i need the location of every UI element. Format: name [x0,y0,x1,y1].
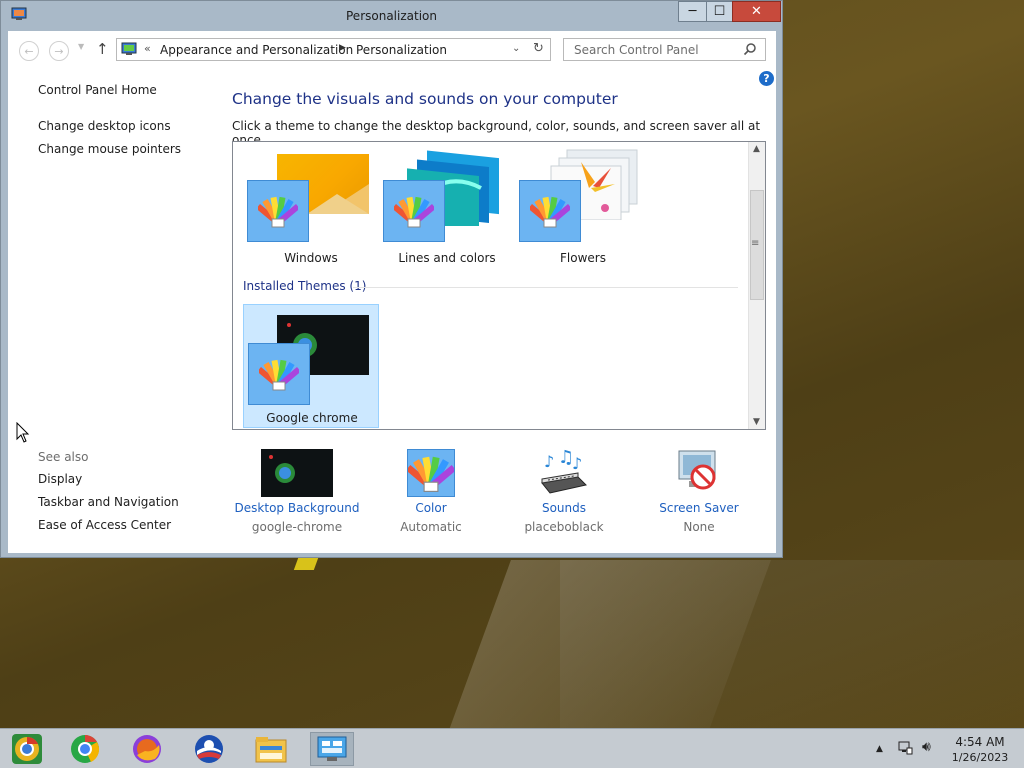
color-palette-icon [247,180,309,242]
minimize-button[interactable]: ─ [678,1,707,22]
section-divider [353,287,738,288]
address-bar[interactable]: « Appearance and Personalization ▶ Perso… [116,38,551,61]
ease-of-access-link[interactable]: Ease of Access Center [38,518,171,532]
search-input[interactable]: Search Control Panel [563,38,766,61]
clock-time[interactable]: 4:54 AM [950,735,1010,749]
opera-icon[interactable] [187,732,231,766]
show-hidden-icons[interactable]: ▲ [876,744,883,754]
desktop-background-label[interactable]: Desktop Background [232,501,362,515]
svg-text:♪: ♪ [544,452,554,471]
display-link[interactable]: Display [38,472,82,486]
change-mouse-pointers-link[interactable]: Change mouse pointers [38,142,181,156]
breadcrumb-separator-icon[interactable]: ▶ [339,43,346,53]
close-button[interactable]: ✕ [732,1,781,22]
desktop-background-thumbnail [261,449,333,497]
minimize-icon: ─ [688,4,697,19]
sounds-setting[interactable]: ♪ ♫ ♪ Sounds placeboblack [499,447,629,534]
screen-saver-label[interactable]: Screen Saver [634,501,764,515]
desktop-background-setting[interactable]: Desktop Background google-chrome [232,449,362,534]
volume-icon[interactable]: 🔊︎ [922,739,931,755]
breadcrumb-appearance[interactable]: Appearance and Personalization [160,43,353,57]
color-palette-icon [519,180,581,242]
close-icon: ✕ [751,4,762,19]
themes-scrollbar[interactable]: ▲ ≡ ▼ [748,142,765,429]
chevron-down-icon[interactable]: ⌄ [512,43,520,54]
window-content: ← → ▼ ↑ « Appearance and Personalization… [8,31,776,553]
desktop-wallpaper-accent [293,558,319,570]
network-icon[interactable] [897,740,913,756]
breadcrumb-overflow-icon[interactable]: « [144,42,151,55]
forward-button[interactable]: → [49,41,69,61]
window-title: Personalization [346,9,437,23]
file-explorer-icon[interactable] [249,732,293,766]
scroll-up-icon[interactable]: ▲ [753,144,760,154]
theme-windows[interactable]: Windows [243,146,379,270]
control-panel-home-link[interactable]: Control Panel Home [38,83,157,97]
back-button[interactable]: ← [19,41,39,61]
screen-saver-icon [673,449,725,497]
page-title: Change the visuals and sounds on your co… [232,90,618,108]
help-icon[interactable]: ? [759,71,774,86]
screen-saver-setting[interactable]: Screen Saver None [634,449,764,534]
taskbar-navigation-link[interactable]: Taskbar and Navigation [38,495,179,509]
chrome-icon[interactable] [63,732,107,766]
screen-saver-value: None [683,520,715,534]
scrollbar-grip-icon: ≡ [751,238,760,249]
maximize-icon: ☐ [713,4,726,19]
theme-label: Lines and colors [398,251,496,265]
title-bar[interactable]: Personalization ─ ☐ ✕ [1,1,782,31]
personalization-window: Personalization ─ ☐ ✕ ← → ▼ ↑ « Appearan… [0,0,783,558]
theme-label: Google chrome [266,411,358,425]
color-label[interactable]: Color [366,501,496,515]
control-panel-icon[interactable] [310,732,354,766]
sounds-icon: ♪ ♫ ♪ [538,447,590,497]
change-desktop-icons-link[interactable]: Change desktop icons [38,119,171,133]
control-panel-icon [121,42,137,55]
sounds-label[interactable]: Sounds [499,501,629,515]
theme-label: Flowers [560,251,606,265]
search-placeholder: Search Control Panel [574,43,699,57]
recent-pages-dropdown-icon[interactable]: ▼ [78,42,84,51]
clock-date[interactable]: 1/26/2023 [950,751,1010,764]
color-setting[interactable]: Color Automatic [366,449,496,534]
theme-lines-and-colors[interactable]: Lines and colors [379,146,515,270]
installed-themes-heading: Installed Themes (1) [243,279,367,293]
themes-list[interactable]: Windows Lines and colors Flowers Install… [232,141,766,430]
up-button[interactable]: ↑ [96,40,109,58]
maximize-button[interactable]: ☐ [706,1,733,22]
firefox-icon[interactable] [125,732,169,766]
chrome-canary-icon[interactable] [5,732,49,766]
sounds-value: placeboblack [524,520,604,534]
color-palette-icon [405,449,457,497]
mouse-cursor-icon [16,422,30,443]
color-value: Automatic [400,520,462,534]
theme-label: Windows [284,251,338,265]
theme-flowers[interactable]: Flowers [515,146,651,270]
theme-google-chrome[interactable]: Google chrome [243,304,379,428]
color-palette-icon [248,343,310,405]
color-palette-icon [383,180,445,242]
taskbar: ▲ 🔊︎ 4:54 AM 1/26/2023 [0,728,1024,768]
desktop-background-value: google-chrome [251,520,343,534]
breadcrumb-personalization[interactable]: Personalization [356,43,447,57]
svg-text:♪: ♪ [572,454,582,473]
search-icon[interactable] [743,42,757,56]
navigation-bar: ← → ▼ ↑ « Appearance and Personalization… [8,31,776,71]
scroll-down-icon[interactable]: ▼ [753,417,760,427]
refresh-icon[interactable]: ↻ [533,41,544,56]
see-also-label: See also [38,450,89,464]
